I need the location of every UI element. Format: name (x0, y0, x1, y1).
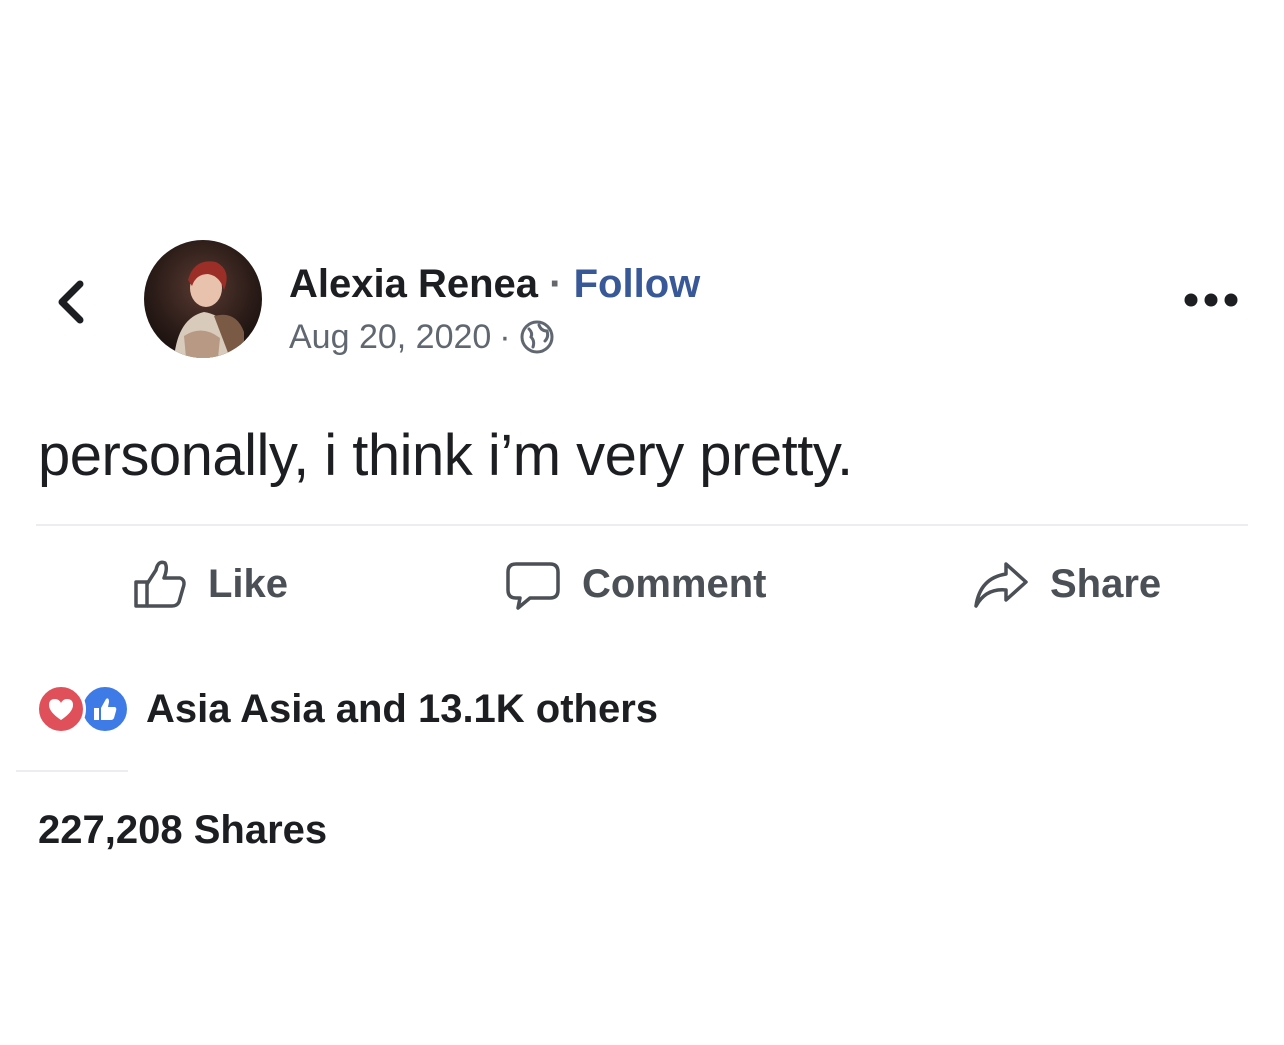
shares-count[interactable]: 227,208 Shares (38, 808, 327, 853)
reactions-summary[interactable]: Asia Asia and 13.1K others (36, 682, 658, 736)
share-icon (974, 562, 1028, 608)
profile-photo (144, 240, 262, 358)
globe-icon (520, 320, 554, 354)
comment-icon (506, 562, 560, 610)
like-reaction-icon (80, 684, 130, 734)
divider (16, 770, 128, 772)
heart-reaction-icon (36, 684, 86, 734)
thumbs-up-icon (134, 560, 186, 608)
follow-button[interactable]: Follow (574, 262, 701, 306)
share-label: Share (1050, 561, 1162, 606)
back-button[interactable] (50, 276, 94, 328)
like-label: Like (208, 561, 289, 606)
post-date[interactable]: Aug 20, 2020 (289, 316, 491, 358)
action-bar: Like Comment Share (0, 556, 1284, 620)
name-separator: · (549, 262, 563, 306)
post-text: personally, i think i’m very pretty. (38, 423, 853, 488)
reaction-summary-text: Asia Asia and 13.1K others (146, 686, 659, 731)
divider (36, 524, 1248, 526)
name-line: Alexia Renea · Follow (289, 258, 700, 310)
post-page: Alexia Renea · Follow Aug 20, 2020 · per… (0, 0, 1284, 1045)
reaction-icons (36, 682, 136, 736)
meta-line: Aug 20, 2020 · (289, 316, 700, 358)
author-name[interactable]: Alexia Renea (289, 262, 538, 306)
comment-label: Comment (582, 561, 767, 606)
avatar[interactable] (144, 240, 262, 358)
post-header: Alexia Renea · Follow Aug 20, 2020 · (289, 258, 700, 358)
more-options-button[interactable] (1183, 288, 1239, 312)
meta-separator: · (499, 318, 511, 356)
share-button[interactable]: Share (972, 556, 1161, 612)
comment-button[interactable]: Comment (504, 556, 766, 612)
chevron-left-icon (58, 280, 84, 324)
like-button[interactable]: Like (132, 556, 288, 612)
more-horizontal-icon (1184, 293, 1238, 307)
